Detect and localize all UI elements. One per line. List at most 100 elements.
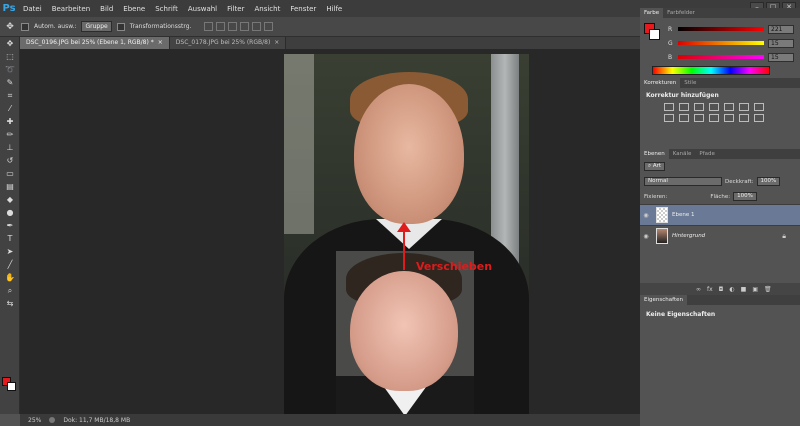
swap-colors-icon[interactable]: ⇆ (0, 297, 20, 310)
brightness-icon[interactable] (664, 103, 674, 111)
tab-eigenschaften[interactable]: Eigenschaften (640, 295, 687, 305)
align-vcenter-icon[interactable] (216, 22, 226, 31)
eyedropper-tool-icon[interactable]: ⁄ (0, 102, 20, 115)
tab-farbe[interactable]: Farbe (640, 8, 664, 18)
quick-select-tool-icon[interactable]: ✎ (0, 76, 20, 89)
align-left-icon[interactable] (240, 22, 250, 31)
gradient-tool-icon[interactable]: ▤ (0, 180, 20, 193)
tab-stile[interactable]: Stile (680, 78, 700, 88)
color-lookup-icon[interactable] (709, 114, 719, 122)
tab-close-icon[interactable]: × (274, 39, 279, 46)
lasso-tool-icon[interactable]: ➰ (0, 63, 20, 76)
layer-mask-icon[interactable]: ◘ (719, 286, 724, 293)
layer-ebene-1[interactable]: ◉ Ebene 1 (640, 204, 800, 225)
menu-auswahl[interactable]: Auswahl (183, 5, 222, 13)
auto-select-dropdown[interactable]: Gruppe (81, 21, 112, 32)
color-balance-icon[interactable] (754, 103, 764, 111)
tab-dsc-0178[interactable]: DSC_0178.JPG bei 25% (RGB/8) × (169, 37, 287, 49)
menu-bild[interactable]: Bild (95, 5, 118, 13)
blend-mode-dropdown[interactable]: Normal (644, 177, 722, 186)
menu-schrift[interactable]: Schrift (150, 5, 183, 13)
hue-saturation-icon[interactable] (739, 103, 749, 111)
slider-track-b[interactable] (678, 55, 764, 59)
history-brush-tool-icon[interactable]: ↺ (0, 154, 20, 167)
value-b[interactable]: 15 (768, 52, 794, 62)
menu-ansicht[interactable]: Ansicht (249, 5, 285, 13)
clone-stamp-tool-icon[interactable]: ⊥ (0, 141, 20, 154)
brush-tool-icon[interactable]: ✏ (0, 128, 20, 141)
layer-photo-ebene-1[interactable] (336, 251, 474, 414)
background-color-swatch[interactable] (649, 29, 660, 40)
slider-track-g[interactable] (678, 41, 764, 45)
black-white-icon[interactable] (664, 114, 674, 122)
menu-bearbeiten[interactable]: Bearbeiten (47, 5, 95, 13)
curves-icon[interactable] (694, 103, 704, 111)
adjustment-layer-icon[interactable]: ◐ (729, 286, 734, 293)
value-r[interactable]: 221 (768, 24, 794, 34)
opacity-input[interactable]: 100% (756, 177, 781, 186)
menu-fenster[interactable]: Fenster (285, 5, 321, 13)
photo-filter-icon[interactable] (679, 114, 689, 122)
properties-message: Keine Eigenschaften (646, 311, 716, 318)
type-tool-icon[interactable]: T (0, 232, 20, 245)
tab-farbfelder[interactable]: Farbfelder (663, 8, 699, 18)
vibrance-icon[interactable] (724, 103, 734, 111)
color-spectrum[interactable] (652, 66, 770, 75)
path-select-tool-icon[interactable]: ➤ (0, 245, 20, 258)
canvas-area[interactable]: Verschieben (20, 49, 640, 414)
tab-dsc-0196[interactable]: DSC_0196.JPG bei 25% (Ebene 1, RGB/8) * × (20, 37, 170, 49)
value-g[interactable]: 15 (768, 38, 794, 48)
slider-track-r[interactable] (678, 27, 764, 31)
zoom-level[interactable]: 25% (28, 417, 41, 424)
tab-pfade[interactable]: Pfade (695, 149, 719, 159)
align-bottom-icon[interactable] (228, 22, 238, 31)
new-layer-icon[interactable]: ▣ (752, 286, 758, 293)
transform-controls-checkbox[interactable] (116, 22, 125, 31)
menu-hilfe[interactable]: Hilfe (321, 5, 347, 13)
threshold-icon[interactable] (754, 114, 764, 122)
align-right-icon[interactable] (264, 22, 274, 31)
pen-tool-icon[interactable]: ✒ (0, 219, 20, 232)
hand-tool-icon[interactable]: ✋ (0, 271, 20, 284)
visibility-eye-icon[interactable]: ◉ (640, 212, 652, 219)
menu-filter[interactable]: Filter (222, 5, 249, 13)
background-pillar (491, 54, 519, 264)
delete-layer-icon[interactable]: 🗑 (764, 286, 772, 293)
auto-select-checkbox[interactable] (21, 22, 29, 31)
link-layers-icon[interactable]: ∞ (696, 286, 701, 293)
align-hcenter-icon[interactable] (252, 22, 262, 31)
menu-ebene[interactable]: Ebene (118, 5, 150, 13)
tab-korrekturen[interactable]: Korrekturen (640, 78, 681, 88)
move-tool-icon[interactable]: ✥ (4, 21, 16, 33)
dodge-tool-icon[interactable]: ● (0, 206, 20, 219)
tools-panel: ✥ ⬚ ➰ ✎ ⌗ ⁄ ✚ ✏ ⊥ ↺ ▭ ▤ ◆ ● ✒ T ➤ ╱ ✋ ⌕ … (0, 37, 20, 414)
fill-input[interactable]: 100% (733, 192, 757, 201)
eraser-tool-icon[interactable]: ▭ (0, 167, 20, 180)
tab-close-icon[interactable]: × (158, 39, 163, 46)
layer-filter-dropdown[interactable]: ⌕ Art (644, 162, 666, 171)
channel-mixer-icon[interactable] (694, 114, 704, 122)
visibility-eye-icon[interactable]: ◉ (640, 233, 652, 240)
tab-ebenen[interactable]: Ebenen (640, 149, 669, 159)
posterize-icon[interactable] (739, 114, 749, 122)
levels-icon[interactable] (679, 103, 689, 111)
shape-tool-icon[interactable]: ╱ (0, 258, 20, 271)
background-color-swatch[interactable] (7, 382, 16, 391)
marquee-tool-icon[interactable]: ⬚ (0, 50, 20, 63)
doc-size[interactable]: Dok: 11,7 MB/18,8 MB (63, 417, 130, 424)
new-group-icon[interactable]: ■ (741, 286, 747, 293)
layer-filter-value: Art (652, 163, 662, 169)
layer-hintergrund[interactable]: ◉ Hintergrund 🔒︎ (640, 225, 800, 246)
exposure-icon[interactable] (709, 103, 719, 111)
layer-style-icon[interactable]: fx (707, 286, 713, 293)
tab-kanaele[interactable]: Kanäle (669, 149, 696, 159)
invert-icon[interactable] (724, 114, 734, 122)
move-tool-icon[interactable]: ✥ (0, 37, 20, 50)
crop-tool-icon[interactable]: ⌗ (0, 89, 20, 102)
document-canvas[interactable]: Verschieben (284, 54, 529, 414)
align-top-icon[interactable] (204, 22, 214, 31)
blur-tool-icon[interactable]: ◆ (0, 193, 20, 206)
menu-datei[interactable]: Datei (18, 5, 47, 13)
zoom-tool-icon[interactable]: ⌕ (0, 284, 20, 297)
healing-brush-tool-icon[interactable]: ✚ (0, 115, 20, 128)
